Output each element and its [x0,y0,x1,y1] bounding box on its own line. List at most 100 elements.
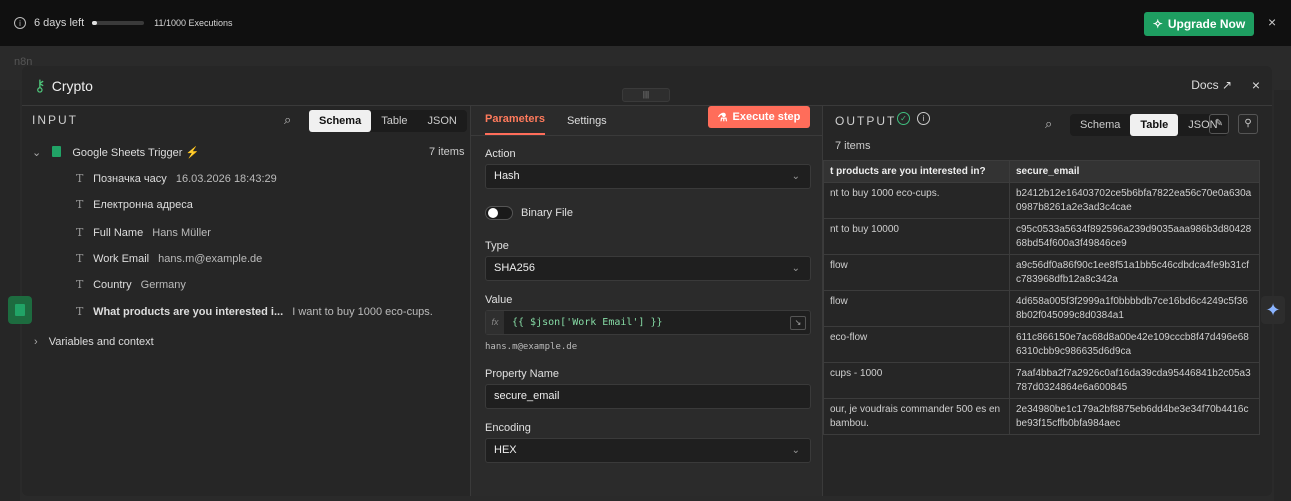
output-pane: OUTPUT ✓ i 7 items ⌕ Schema Table JSON ✎… [823,106,1272,496]
schema-field[interactable]: T Позначка часу 16.03.2026 18:43:29 [76,172,277,185]
type-select[interactable]: SHA256 ⌄ [485,256,811,281]
table-cell: 4d658a005f3f2999a1f0bbbbdb7ce16bd6c4249c… [1009,290,1260,327]
output-items-count: 7 items [835,140,871,152]
variables-label: Variables and context [48,336,154,348]
table-row: nt to buy 1000 eco-cups. b2412b12e1640370… [823,182,1260,219]
schema-field[interactable]: T Full Name Hans Müller [76,226,211,239]
trigger-row[interactable]: ⌄ Google Sheets Trigger ⚡ [32,146,199,159]
table-row: eco-flow 611c866150e7ac68d8a00e42e109cccb… [823,326,1260,363]
field-value: Germany [140,279,186,291]
close-modal-icon[interactable]: × [1252,77,1260,93]
field-name: What products are you interested i... [93,306,284,318]
encoding-value: HEX [494,444,517,456]
input-view-table[interactable]: Table [371,110,417,132]
property-name-value: secure_email [494,390,560,402]
schema-field[interactable]: T What products are you interested i... … [76,305,433,318]
field-name: Country [93,279,132,291]
chevron-down-icon: ⌄ [791,445,800,456]
action-select[interactable]: Hash ⌄ [485,164,811,189]
field-value: Hans Müller [152,227,211,239]
encoding-select[interactable]: HEX ⌄ [485,438,811,463]
action-value: Hash [494,170,520,182]
schema-field[interactable]: T Country Germany [76,278,186,291]
schema-field[interactable]: T Work Email hans.m@example.de [76,252,262,265]
table-row: nt to buy 10000 c95c0533a5634f892596a239d… [823,218,1260,255]
input-items-count: 7 items [429,146,465,158]
column-header: secure_email [1009,160,1260,183]
output-view-table[interactable]: Table [1130,114,1179,136]
input-label: INPUT [32,113,78,127]
node-details-modal: ⚷ Crypto Docs ↗ × ||| INPUT ⌕ Schema Tab… [22,66,1272,496]
table-row: flow a9c56df0a86f90c1ee8f51a1bb5c46cdbdca… [823,254,1260,291]
field-name: Full Name [93,227,144,239]
table-cell: b2412b12e16403702ce5b6bfa7822ea56c70e0a6… [1009,182,1260,219]
column-header: t products are you interested in? [823,160,1010,183]
google-sheets-node-button[interactable] [8,296,32,324]
value-expression-input[interactable]: fx {{ $json['Work Email'] }} ↘ [485,310,811,335]
type-label: Type [485,240,509,252]
value-expression: {{ $json['Work Email'] }} [512,317,663,328]
schema-field[interactable]: T Електронна адреса [76,198,199,211]
trigger-name: Google Sheets Trigger [72,147,183,159]
binary-file-label: Binary File [521,207,573,219]
info-icon[interactable]: i [917,112,930,125]
tab-parameters[interactable]: Parameters [485,113,545,135]
bolt-icon: ⚡ [185,147,200,159]
table-cell: our, je voudrais commander 500 es en bam… [823,398,1010,435]
table-cell: a9c56df0a86f90c1ee8f51a1bb5c46cdbdca4fe9… [1009,254,1260,291]
docs-link[interactable]: Docs ↗ [1191,78,1232,92]
input-view-schema[interactable]: Schema [309,110,372,132]
table-row: flow 4d658a005f3f2999a1f0bbbbdb7ce16bd6c4… [823,290,1260,327]
chevron-right-icon: › [34,336,38,348]
property-name-input[interactable]: secure_email [485,384,811,409]
toggle-knob [488,208,498,218]
upgrade-now-button[interactable]: ✧ Upgrade Now [1144,12,1254,36]
table-cell: 611c866150e7ac68d8a00e42e109cccb8f47d496… [1009,326,1260,363]
text-type-icon: T [76,305,84,318]
resize-grip[interactable]: ||| [622,88,670,102]
chevron-down-icon: ⌄ [791,171,800,182]
table-row: cups - 1000 7aaf4bba2f7a2926c0af16da39cda… [823,362,1260,399]
action-label: Action [485,148,516,160]
binary-file-toggle[interactable] [485,206,513,220]
edit-pencil-icon[interactable]: ✎ [1209,114,1229,134]
google-sheets-icon [52,146,62,157]
flask-icon: ⚗ [717,111,728,124]
search-icon[interactable]: ⌕ [1045,116,1052,132]
google-sheets-icon [15,304,25,316]
pin-icon[interactable]: ⚲ [1238,114,1258,134]
execute-step-button[interactable]: ⚗ Execute step [708,106,810,128]
table-cell: cups - 1000 [823,362,1010,399]
trial-banner: i 6 days left 11/1000 Executions ✧ Upgra… [0,0,1291,46]
output-view-schema[interactable]: Schema [1070,114,1130,136]
close-banner-icon[interactable]: × [1268,14,1276,30]
upgrade-label: Upgrade Now [1167,17,1246,31]
table-cell: flow [823,254,1010,291]
check-circle-icon: ✓ [897,112,910,125]
execute-label: Execute step [732,111,801,123]
text-type-icon: T [76,226,84,239]
text-type-icon: T [76,198,84,211]
ai-assistant-icon[interactable]: ✦ [1261,296,1285,324]
parameters-pane: Parameters Settings ⚗ Execute step Actio… [470,106,823,496]
sparkle-icon: ✧ [1152,17,1163,31]
input-pane: INPUT ⌕ Schema Table JSON ⌄ Google Sheet… [22,106,470,496]
info-icon: i [14,17,26,29]
value-preview: hans.m@example.de [485,342,578,352]
table-cell: eco-flow [823,326,1010,363]
expand-editor-icon[interactable]: ↘ [790,316,806,330]
trial-progress-bar [92,21,145,25]
chevron-down-icon: ⌄ [32,147,42,159]
search-icon[interactable]: ⌕ [284,112,291,128]
input-view-switcher: Schema Table JSON [309,110,467,132]
field-value: hans.m@example.de [158,253,263,265]
table-row: our, je voudrais commander 500 es en bam… [823,398,1260,435]
input-view-json[interactable]: JSON [418,110,467,132]
table-cell: 2e34980be1c179a2bf8875eb6dd4be3e34f70b44… [1009,398,1260,435]
node-title[interactable]: Crypto [52,78,93,94]
chevron-down-icon: ⌄ [791,263,800,274]
variables-context-row[interactable]: › Variables and context [34,336,154,348]
tab-settings[interactable]: Settings [567,115,607,135]
text-type-icon: T [76,252,84,265]
field-name: Work Email [93,253,150,265]
